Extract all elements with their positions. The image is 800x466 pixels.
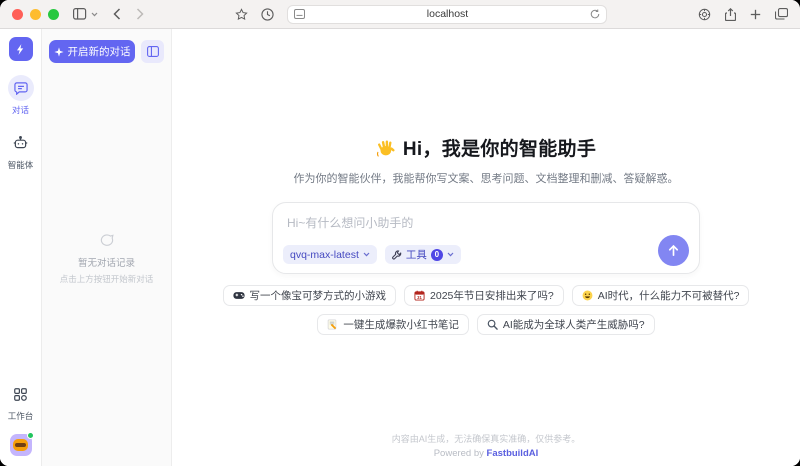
suggestion-row-2: 一键生成爆款小红书笔记 AI能成为全球人类产生威胁吗? — [317, 314, 654, 335]
tools-selector[interactable]: 工具 0 — [385, 245, 461, 264]
footer: 内容由AI生成，无法确保真实准确，仅供参考。 Powered by Fastbu… — [392, 432, 581, 459]
chevron-down-icon — [363, 252, 370, 257]
online-status-dot — [27, 432, 34, 439]
close-window-button[interactable] — [12, 9, 23, 20]
suggestion-label: 一键生成爆款小红书笔记 — [343, 317, 459, 332]
suggestion-chip[interactable]: AI时代，什么能力不可被替代? — [572, 285, 750, 306]
memo-icon — [327, 319, 338, 330]
address-bar[interactable]: localhost — [287, 5, 607, 24]
arrow-up-icon — [667, 244, 680, 257]
chevron-down-icon — [447, 252, 454, 257]
app-logo[interactable] — [9, 37, 33, 61]
extensions-icon[interactable] — [698, 8, 711, 21]
suggestion-label: AI能成为全球人类产生威胁吗? — [503, 317, 645, 332]
robot-icon — [8, 130, 34, 156]
waving-hand-icon — [376, 138, 396, 158]
suggestion-row-1: 写一个像宝可梦方式的小游戏 31 2025年节日安排出来了吗? — [223, 285, 750, 306]
send-button[interactable] — [658, 235, 689, 266]
svg-text:31: 31 — [417, 295, 422, 300]
message-composer: qvq-max-latest 工具 0 — [272, 202, 700, 274]
reload-icon[interactable] — [590, 9, 600, 19]
powered-by-prefix: Powered by — [434, 448, 484, 459]
tools-count-badge: 0 — [431, 249, 443, 261]
avatar-robot-face-icon — [13, 439, 28, 451]
empty-chat-bubble-icon — [100, 234, 114, 247]
back-button[interactable] — [113, 8, 121, 20]
calendar-icon: 31 — [414, 290, 425, 301]
browser-toolbar: localhost — [0, 0, 800, 29]
powered-by: Powered by FastbuildAI — [392, 448, 581, 459]
suggestion-chip[interactable]: 31 2025年节日安排出来了吗? — [404, 285, 564, 306]
suggestion-label: AI时代，什么能力不可被替代? — [598, 288, 740, 303]
empty-subtitle: 点击上方按钮开始新对话 — [60, 273, 154, 285]
greeting-title: Hi，我是你的智能助手 — [403, 134, 596, 161]
app-shell: 对话 智能体 — [0, 29, 800, 466]
message-input[interactable] — [287, 214, 667, 244]
search-icon — [487, 319, 498, 330]
left-nav-rail: 对话 智能体 — [0, 29, 42, 466]
sidebar-item-agents[interactable]: 智能体 — [8, 130, 34, 171]
tools-label: 工具 — [406, 247, 427, 262]
forward-button[interactable] — [136, 8, 144, 20]
chat-main-pane: Hi，我是你的智能助手 作为你的智能伙伴，我能帮你写文案、思考问题、文档整理和删… — [172, 29, 800, 466]
suggestion-chip[interactable]: 写一个像宝可梦方式的小游戏 — [223, 285, 397, 306]
greeting-subtitle: 作为你的智能伙伴，我能帮你写文案、思考问题、文档整理和删减、答疑解惑。 — [294, 170, 679, 186]
gamepad-icon — [233, 291, 245, 300]
empty-conversations-state: 暂无对话记录 点击上方按钮开始新对话 — [42, 234, 171, 285]
sidebar-toggle-icon[interactable] — [73, 8, 98, 20]
reader-view-icon[interactable] — [294, 9, 305, 19]
grid-icon — [8, 381, 34, 407]
panel-icon — [147, 46, 159, 57]
empty-title: 暂无对话记录 — [78, 255, 135, 269]
user-avatar[interactable] — [10, 434, 32, 456]
browser-window: localhost — [0, 0, 800, 466]
conversation-sidebar: 开启新的对话 暂无对话记录 点击上方按钮开始新对话 — [42, 29, 172, 466]
model-selector-value: qvq-max-latest — [290, 249, 359, 261]
sidebar-item-workbench[interactable]: 工作台 — [8, 381, 34, 422]
suggestion-chip[interactable]: AI能成为全球人类产生威胁吗? — [477, 314, 655, 335]
share-icon[interactable] — [725, 8, 736, 21]
sidebar-item-label: 对话 — [12, 104, 29, 116]
sparkle-icon — [54, 47, 64, 57]
tool-icon — [392, 250, 402, 260]
new-chat-label: 开启新的对话 — [68, 44, 131, 59]
sidebar-item-label: 智能体 — [8, 159, 34, 171]
suggestion-label: 2025年节日安排出来了吗? — [430, 288, 554, 303]
chat-bubble-icon — [8, 75, 34, 101]
sidebar-item-label: 工作台 — [8, 410, 34, 422]
history-icon[interactable] — [261, 8, 274, 21]
model-selector[interactable]: qvq-max-latest — [283, 245, 377, 264]
sidebar-item-chat[interactable]: 对话 — [8, 75, 34, 116]
smiley-icon — [582, 290, 593, 301]
minimize-window-button[interactable] — [30, 9, 41, 20]
greeting-header: Hi，我是你的智能助手 — [376, 134, 596, 161]
window-controls — [12, 9, 59, 20]
new-tab-icon[interactable] — [750, 9, 761, 20]
ai-disclaimer: 内容由AI生成，无法确保真实准确，仅供参考。 — [392, 432, 581, 445]
suggestion-label: 写一个像宝可梦方式的小游戏 — [250, 288, 387, 303]
new-chat-button[interactable]: 开启新的对话 — [49, 40, 135, 63]
suggestion-chip[interactable]: 一键生成爆款小红书笔记 — [317, 314, 469, 335]
brand-link[interactable]: FastbuildAI — [487, 448, 539, 459]
lightning-icon — [14, 43, 27, 56]
url-text[interactable]: localhost — [305, 8, 590, 20]
favorites-icon[interactable] — [235, 8, 248, 21]
tab-overview-icon[interactable] — [775, 8, 788, 20]
zoom-window-button[interactable] — [48, 9, 59, 20]
collapse-sidebar-button[interactable] — [141, 40, 164, 63]
